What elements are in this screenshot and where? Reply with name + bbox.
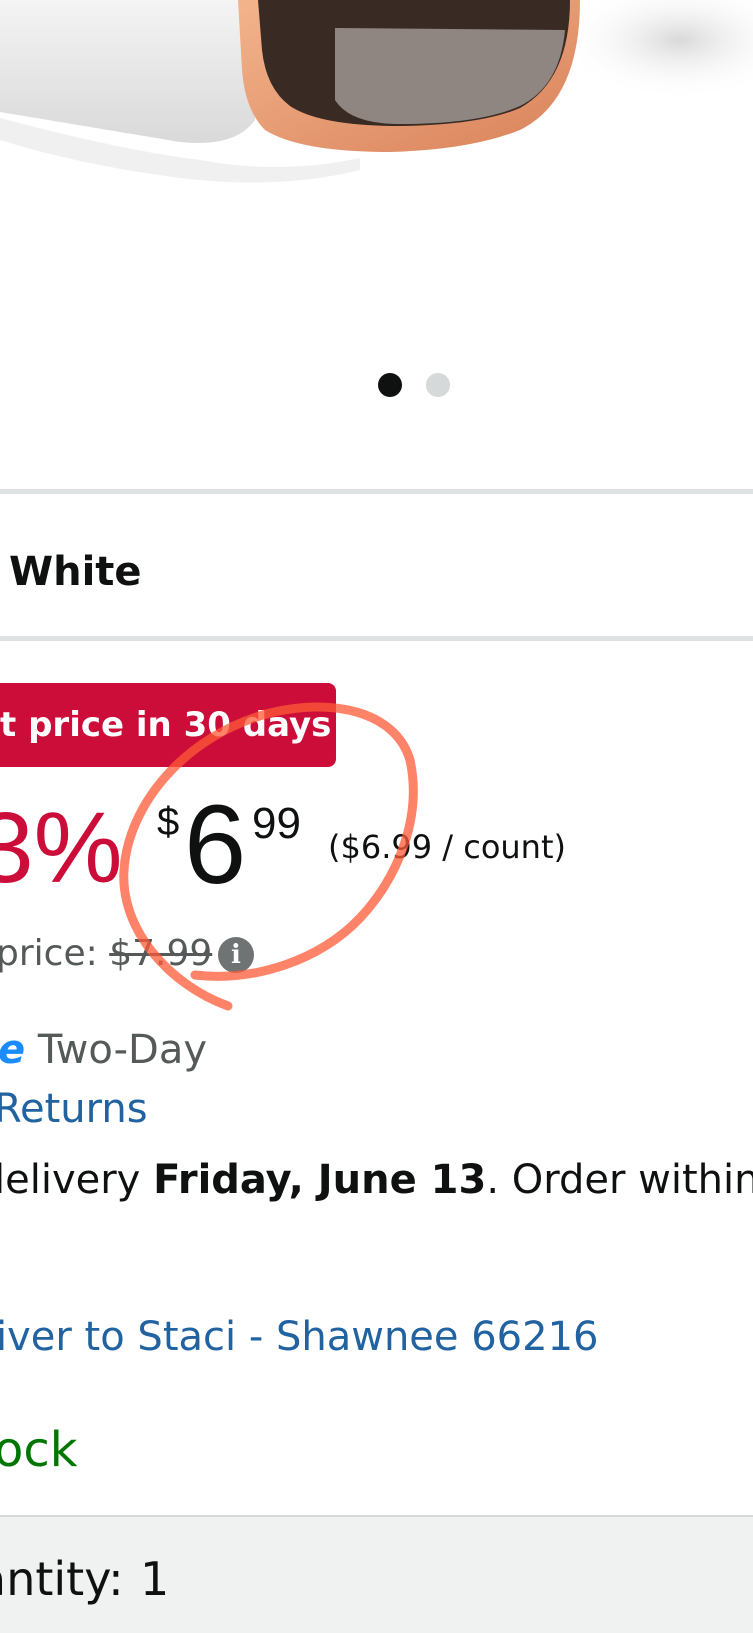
deal-badge-text: t price in 30 days (0, 705, 332, 745)
carousel-dot[interactable] (426, 373, 450, 397)
section-divider (0, 489, 753, 494)
delivery-date: Friday, June 13 (153, 1157, 487, 1203)
info-icon[interactable]: i (218, 937, 254, 973)
price-whole: 6 (184, 782, 247, 907)
product-photo (0, 0, 753, 183)
carousel-dot-active[interactable] (378, 373, 402, 397)
quantity-label: antity: (0, 1552, 124, 1606)
free-returns-link[interactable]: Returns (0, 1084, 148, 1134)
prime-shipping: e Two-Day (0, 1025, 207, 1075)
stock-status: ock (0, 1422, 78, 1478)
quantity-selector[interactable]: antity: 1 (0, 1517, 753, 1633)
carousel-dots[interactable] (378, 373, 452, 399)
list-price-label: price: (0, 933, 98, 974)
deliver-to-link[interactable]: iver to Staci - Shawnee 66216 (0, 1312, 598, 1362)
list-price-value: $7.99 (109, 933, 213, 974)
selected-variant[interactable]: White (9, 547, 142, 597)
delivery-suffix: . Order within (486, 1157, 753, 1203)
product-image[interactable] (0, 0, 753, 470)
delivery-estimate: lelivery Friday, June 13. Order within (0, 1155, 753, 1205)
section-divider (0, 636, 753, 641)
discount-percent: 3% (0, 792, 123, 904)
deal-badge: t price in 30 days (0, 683, 336, 767)
unit-price: ($6.99 / count) (328, 828, 566, 866)
delivery-prefix: lelivery (0, 1157, 141, 1203)
prime-logo: e (0, 1027, 26, 1073)
quantity-value[interactable]: 1 (140, 1551, 169, 1607)
price-currency-symbol: $ (157, 800, 180, 844)
list-price: price: $7.99 (0, 932, 212, 976)
price-fraction: 99 (252, 799, 301, 848)
two-day-label: Two-Day (37, 1027, 208, 1073)
